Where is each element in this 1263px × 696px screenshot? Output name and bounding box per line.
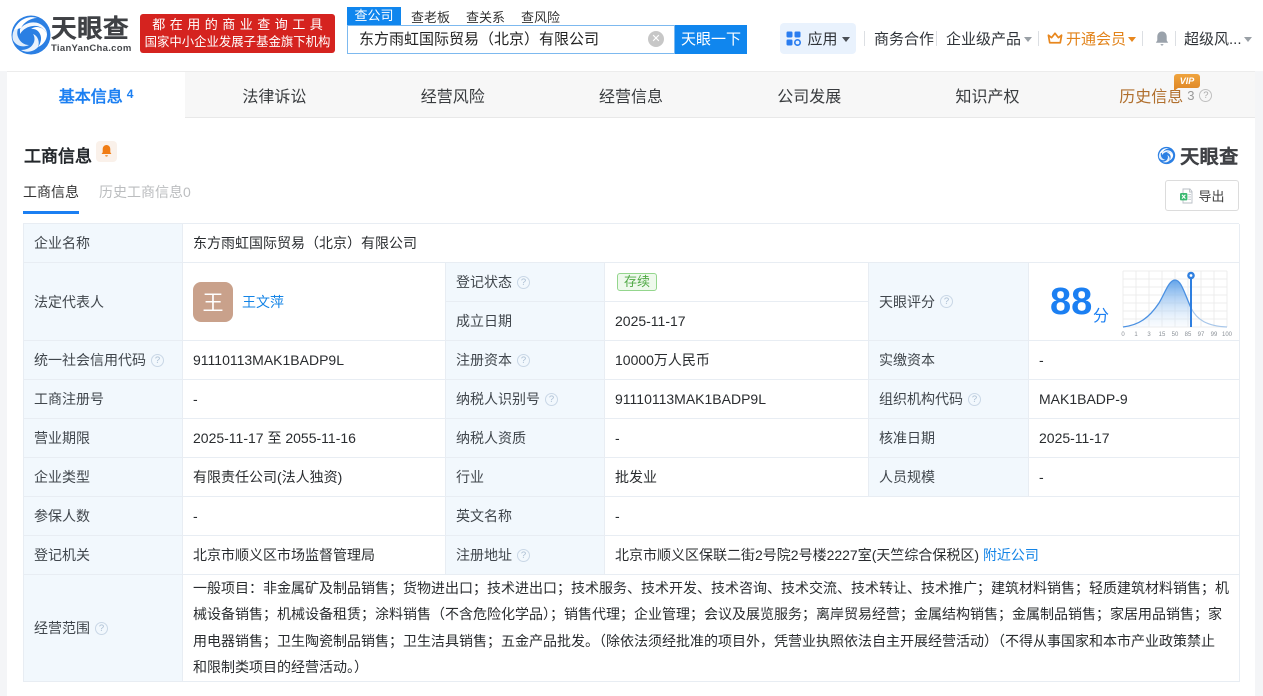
svg-text:1: 1: [1134, 332, 1138, 338]
svg-text:99: 99: [1211, 332, 1218, 338]
svg-text:100: 100: [1222, 332, 1233, 338]
svg-text:97: 97: [1198, 332, 1205, 338]
svg-text:3: 3: [1147, 332, 1151, 338]
svg-text:15: 15: [1159, 332, 1166, 338]
svg-text:85: 85: [1185, 332, 1192, 338]
svg-text:0: 0: [1121, 332, 1125, 338]
svg-text:50: 50: [1172, 332, 1179, 338]
